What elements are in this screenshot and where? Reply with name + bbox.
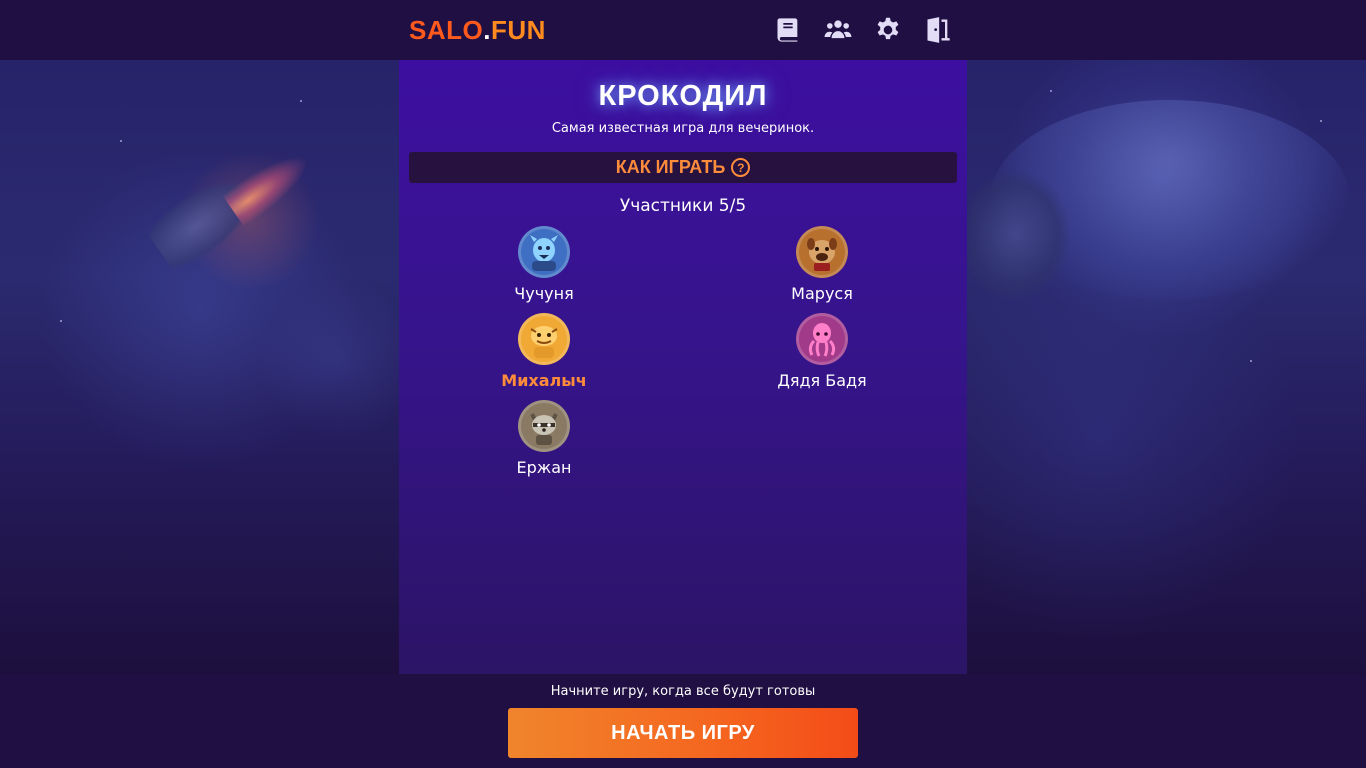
- star: [300, 100, 302, 102]
- player-card: Михалыч: [474, 313, 614, 390]
- player-name: Маруся: [791, 284, 853, 303]
- blue-creature-avatar: [518, 226, 570, 278]
- player-name-current-user: Михалыч: [501, 371, 587, 390]
- player-name: Дядя Бадя: [777, 371, 867, 390]
- question-icon: ?: [731, 158, 751, 177]
- player-card: Чучуня: [474, 226, 614, 303]
- star: [1250, 360, 1252, 362]
- rocket-flame-decoration: [221, 142, 319, 228]
- bulldog-avatar: [796, 226, 848, 278]
- star: [1050, 90, 1052, 92]
- exit-door-icon[interactable]: [922, 14, 954, 46]
- player-card: Ержан: [474, 400, 614, 477]
- book-icon[interactable]: [772, 14, 804, 46]
- salo-fun-logo[interactable]: SALO.FUN: [409, 14, 546, 46]
- player-card: Дядя Бадя: [752, 313, 892, 390]
- player-name: Ержан: [516, 458, 572, 477]
- start-hint: Начните игру, когда все будут готовы: [550, 684, 816, 699]
- participants-count: Участники 5/5: [619, 196, 747, 216]
- users-icon[interactable]: [822, 14, 854, 46]
- how-to-play-button[interactable]: КАК ИГРАТЬ ?: [409, 152, 957, 183]
- player-card: Маруся: [752, 226, 892, 303]
- bottom-bar: Начните игру, когда все будут готовы НАЧ…: [0, 674, 1366, 768]
- rocket-decoration-right: [960, 170, 1070, 300]
- game-title: КРОКОДИЛ: [598, 80, 768, 112]
- octopus-avatar: [796, 313, 848, 365]
- player-name: Чучуня: [514, 284, 574, 303]
- start-game-button[interactable]: НАЧАТЬ ИГРУ: [508, 708, 858, 758]
- lizard-avatar: [518, 313, 570, 365]
- how-to-play-label: КАК ИГРАТЬ: [615, 157, 726, 177]
- star: [1320, 120, 1322, 122]
- raccoon-avatar: [518, 400, 570, 452]
- game-lobby-panel: КРОКОДИЛ Самая известная игра для вечери…: [399, 60, 967, 674]
- star: [120, 140, 122, 142]
- top-bar: SALO.FUN: [0, 0, 1366, 60]
- gear-icon[interactable]: [872, 14, 904, 46]
- game-subtitle: Самая известная игра для вечеринок.: [551, 121, 815, 136]
- star: [60, 320, 62, 322]
- top-nav: [772, 14, 954, 46]
